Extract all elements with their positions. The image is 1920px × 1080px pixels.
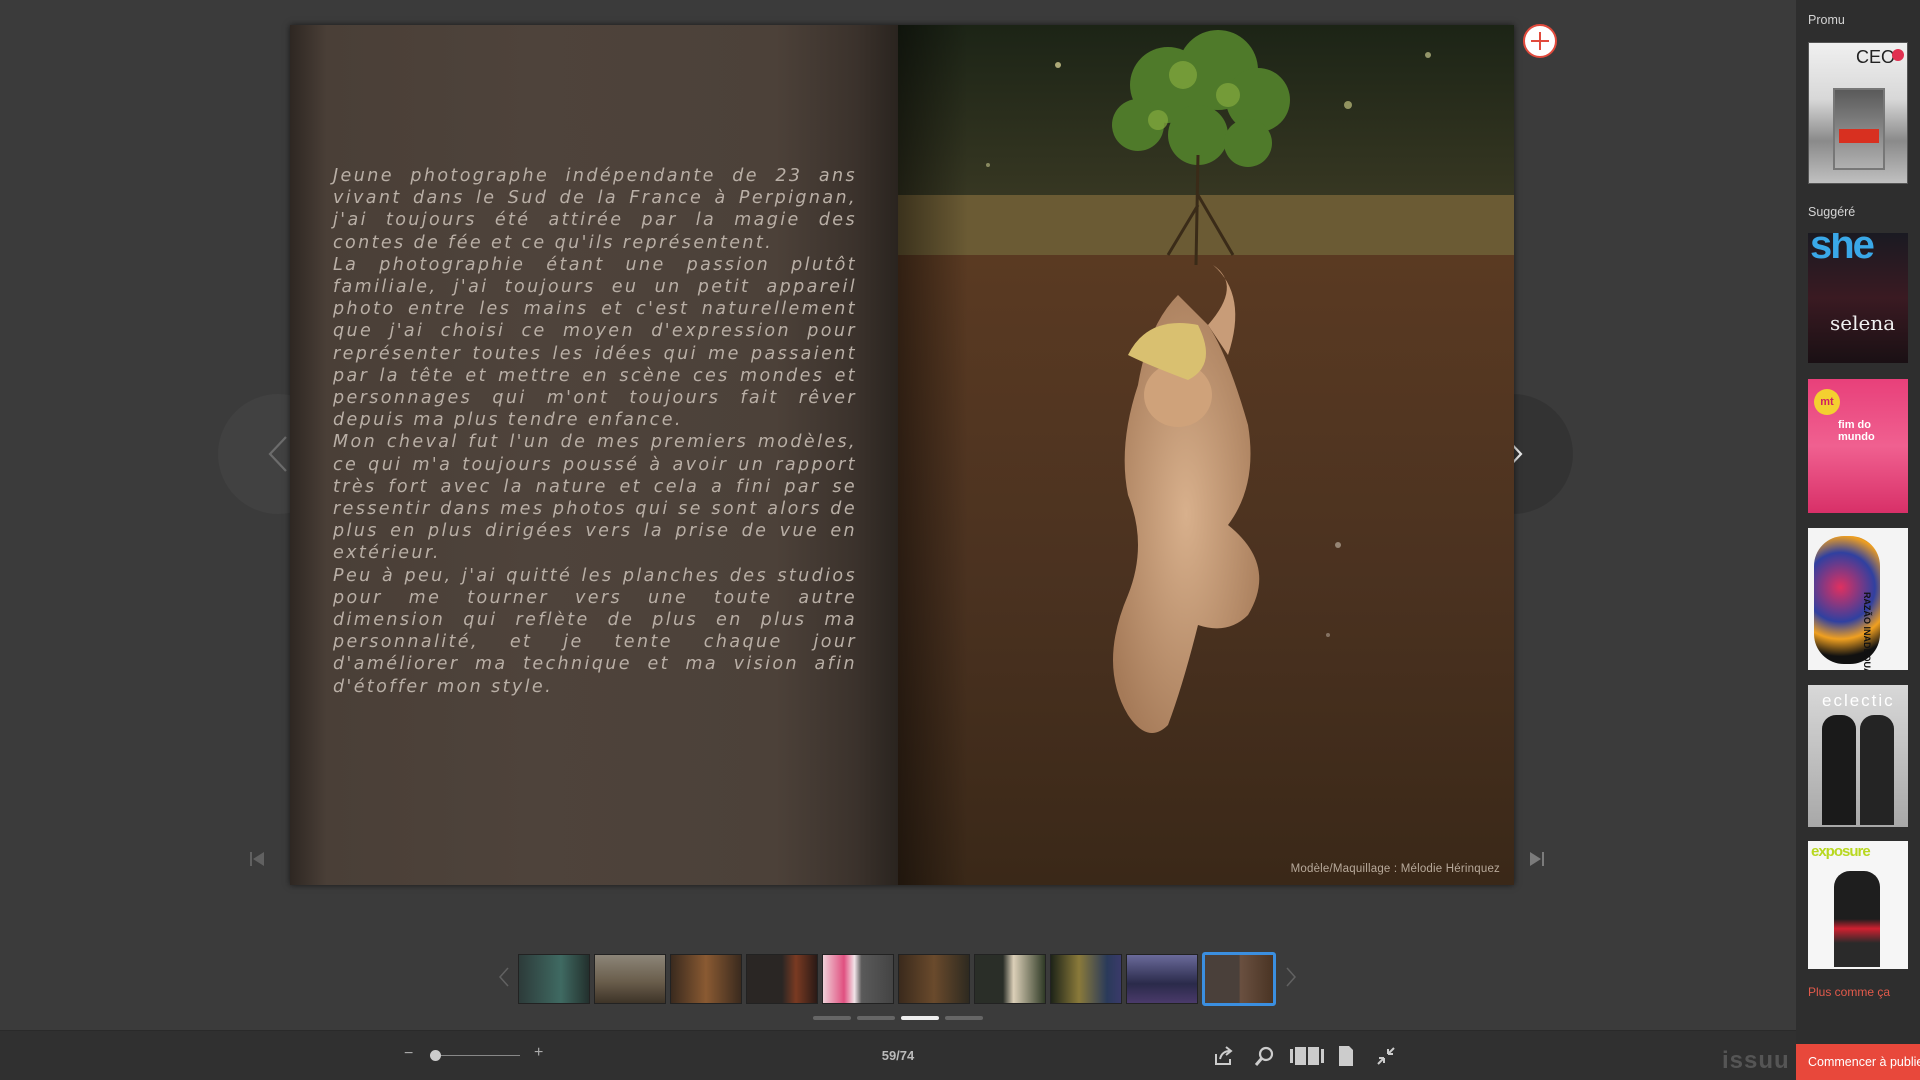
cover-art <box>1834 871 1880 967</box>
page-indicator: 59/74 <box>881 1048 915 1063</box>
strip-page-dot[interactable] <box>945 1016 983 1020</box>
share-icon[interactable] <box>1213 1045 1235 1067</box>
biography-text: Jeune photographe indépendante de 23 ans… <box>333 165 857 698</box>
suggested-publication-cover[interactable]: eclectic <box>1808 685 1908 827</box>
strip-next-icon[interactable] <box>1285 966 1297 988</box>
right-page: Modèle/Maquillage : Mélodie Hérinquez <box>898 25 1514 885</box>
strip-page-dot[interactable] <box>813 1016 851 1020</box>
cover-art <box>1860 715 1894 825</box>
cover-art <box>1822 715 1856 825</box>
promoted-heading: Promu <box>1808 13 1845 27</box>
zoom-slider-handle[interactable] <box>430 1050 441 1061</box>
suggested-publication-cover[interactable]: mt fim do mundo <box>1808 379 1908 513</box>
page-thumbnail[interactable] <box>1126 954 1198 1004</box>
last-page-icon[interactable] <box>1530 851 1544 867</box>
suggested-publication-cover[interactable]: she selena <box>1808 233 1908 363</box>
first-page-icon[interactable] <box>250 851 264 867</box>
page-thumbnail[interactable] <box>1050 954 1122 1004</box>
plus-icon <box>1531 32 1549 50</box>
cover-subtitle: selena <box>1830 311 1896 335</box>
suggested-publication-cover[interactable]: RAZÃO INADEQUADA <box>1808 528 1908 670</box>
reader-stage: Jeune photographe indépendante de 23 ans… <box>0 0 1796 1030</box>
search-icon[interactable] <box>1254 1045 1276 1067</box>
zoom-out-button[interactable]: − <box>404 1045 413 1063</box>
cover-title: RAZÃO INADEQUADA <box>1862 592 1872 670</box>
two-page-view-icon[interactable] <box>1290 1045 1324 1067</box>
chevron-left-icon <box>268 436 287 472</box>
exit-fullscreen-icon[interactable] <box>1375 1045 1397 1067</box>
strip-pager <box>813 1016 983 1020</box>
strip-page-dot-active[interactable] <box>901 1016 939 1020</box>
paragraph: Peu à peu, j'ai quitté les planches des … <box>333 565 857 697</box>
paragraph: La photographie étant une passion plutôt… <box>333 254 857 431</box>
strip-page-dot[interactable] <box>857 1016 895 1020</box>
thumbnail-strip <box>518 952 1276 1006</box>
zoom-in-button[interactable]: + <box>534 1044 543 1062</box>
page-thumbnail-current[interactable] <box>1202 952 1276 1006</box>
cover-badge <box>1892 49 1904 61</box>
promoted-publication-cover[interactable]: CEO <box>1808 42 1908 184</box>
photo-credit: Modèle/Maquillage : Mélodie Hérinquez <box>1290 863 1500 875</box>
page-thumbnail[interactable] <box>594 954 666 1004</box>
cover-title: she <box>1810 233 1875 267</box>
issuu-logo: issuu <box>1722 1047 1790 1074</box>
suggested-heading: Suggéré <box>1808 205 1856 219</box>
cover-title: exposure <box>1811 843 1871 860</box>
start-publishing-button[interactable]: Commencer à publier <box>1796 1044 1920 1080</box>
cover-title: CEO <box>1855 47 1895 67</box>
photograph <box>898 25 1514 885</box>
page-thumbnail[interactable] <box>974 954 1046 1004</box>
spine-shadow <box>898 25 968 885</box>
cover-art <box>1839 129 1879 143</box>
cover-title: mt <box>1814 389 1840 415</box>
add-to-stack-button[interactable] <box>1523 24 1557 58</box>
suggested-publication-cover[interactable]: exposure <box>1808 841 1908 969</box>
single-page-view-icon[interactable] <box>1335 1045 1357 1067</box>
magazine-spread: Jeune photographe indépendante de 23 ans… <box>290 25 1514 885</box>
cover-subtitle: fim do mundo <box>1838 419 1875 443</box>
page-thumbnail[interactable] <box>746 954 818 1004</box>
page-thumbnail[interactable] <box>518 954 590 1004</box>
more-like-this-link[interactable]: Plus comme ça <box>1808 985 1890 999</box>
page-thumbnail[interactable] <box>822 954 894 1004</box>
bottom-toolbar: − + 59/74 <box>0 1030 1796 1080</box>
zoom-slider-track[interactable] <box>430 1055 520 1056</box>
cover-title: eclectic <box>1822 691 1895 710</box>
left-page: Jeune photographe indépendante de 23 ans… <box>290 25 898 885</box>
page-thumbnail[interactable] <box>898 954 970 1004</box>
page-thumbnail[interactable] <box>670 954 742 1004</box>
paragraph: Mon cheval fut l'un de mes premiers modè… <box>333 432 857 564</box>
strip-prev-icon[interactable] <box>498 966 510 988</box>
paragraph: Jeune photographe indépendante de 23 ans… <box>333 166 857 253</box>
related-publications-sidebar: Promu CEO Suggéré she selena mt fim do m… <box>1796 0 1920 1080</box>
